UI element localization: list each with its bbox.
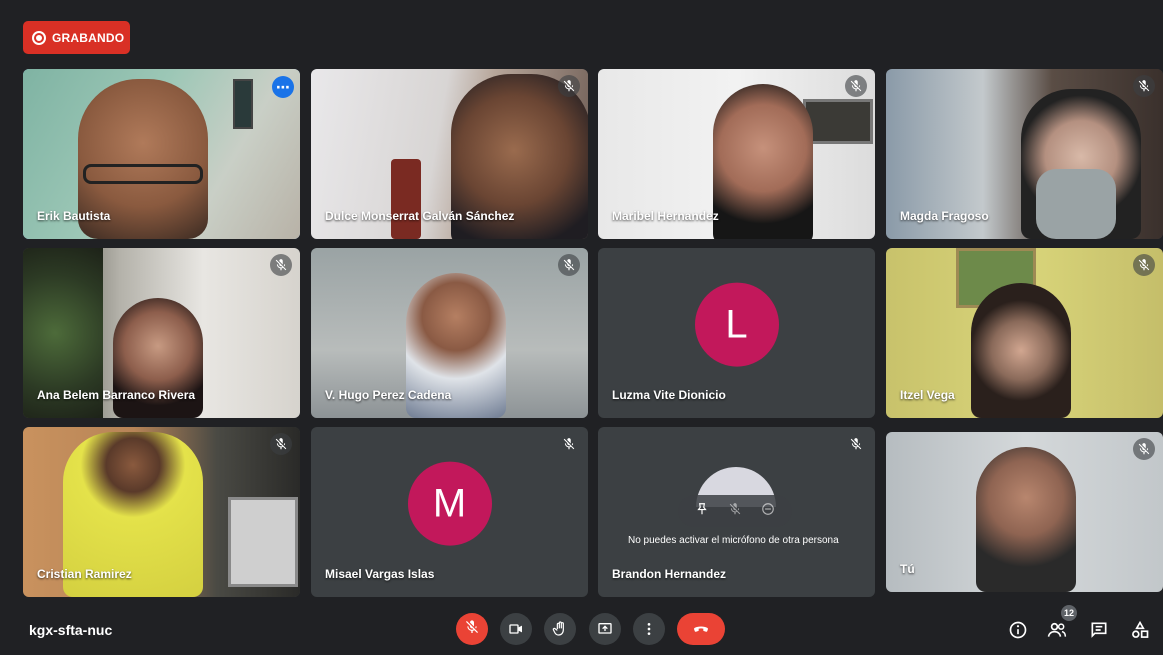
end-call-icon <box>694 626 708 632</box>
participant-name: Cristian Ramirez <box>37 567 132 581</box>
mic-off-icon <box>845 75 867 97</box>
participant-tile-self[interactable]: Tú <box>886 432 1163 592</box>
toggle-camera-button[interactable] <box>500 613 532 645</box>
people-icon <box>1047 622 1067 637</box>
participant-tile[interactable]: Ana Belem Barranco Rivera <box>23 248 300 418</box>
activities-button[interactable] <box>1130 620 1150 640</box>
mic-off-icon <box>1133 438 1155 460</box>
mic-off-icon <box>1133 75 1155 97</box>
participant-name: Tú <box>900 562 915 576</box>
mic-off-icon <box>270 433 292 455</box>
end-call-button[interactable] <box>677 613 725 645</box>
participant-tile[interactable]: Itzel Vega <box>886 248 1163 418</box>
mic-off-icon <box>558 254 580 276</box>
record-icon <box>32 30 46 45</box>
participant-name: Brandon Hernandez <box>612 567 727 581</box>
info-icon <box>1009 621 1027 639</box>
mic-off-icon <box>845 433 867 455</box>
mic-off-icon <box>558 75 580 97</box>
participant-tile[interactable]: Maribel Hernandez <box>598 69 875 239</box>
participant-name: Itzel Vega <box>900 388 955 402</box>
participant-name: Dulce Monserrat Galván Sánchez <box>325 209 515 223</box>
bottom-control-bar: kgx-sfta-nuc 12 <box>0 600 1163 655</box>
present-screen-icon <box>598 623 612 634</box>
mic-off-icon <box>270 254 292 276</box>
raise-hand-icon <box>552 621 564 636</box>
participant-tile[interactable]: Magda Fragoso <box>886 69 1163 239</box>
participant-tile[interactable]: L Luzma Vite Dionicio <box>598 248 875 418</box>
more-options-icon <box>647 623 651 635</box>
pin-icon[interactable] <box>695 502 709 521</box>
activities-icon <box>1132 620 1149 638</box>
meeting-details-button[interactable] <box>1008 620 1028 640</box>
participant-tile[interactable]: No puedes activar el micrófono de otra p… <box>598 427 875 597</box>
raise-hand-button[interactable] <box>544 613 576 645</box>
tooltip: No puedes activar el micrófono de otra p… <box>628 535 839 546</box>
mic-off-icon <box>558 433 580 455</box>
avatar: L <box>694 282 779 367</box>
participant-tile[interactable]: Cristian Ramirez <box>23 427 300 597</box>
participant-name: V. Hugo Perez Cadena <box>325 388 452 402</box>
participant-tile[interactable]: M Misael Vargas Islas <box>311 427 588 597</box>
participant-tile[interactable]: V. Hugo Perez Cadena <box>311 248 588 418</box>
chat-button[interactable] <box>1089 620 1109 640</box>
participant-name: Maribel Hernandez <box>612 209 719 223</box>
more-options-button[interactable]: ⋯ <box>272 76 294 98</box>
remove-participant-icon[interactable] <box>761 502 775 521</box>
camera-icon <box>509 624 522 634</box>
meeting-code: kgx-sfta-nuc <box>29 622 113 638</box>
mic-off-icon <box>464 619 480 640</box>
participants-button[interactable] <box>1047 620 1067 640</box>
avatar: M <box>407 461 492 546</box>
recording-label: GRABANDO <box>52 30 125 45</box>
participant-tile[interactable]: Dulce Monserrat Galván Sánchez <box>311 69 588 239</box>
toggle-microphone-button[interactable] <box>456 613 488 645</box>
present-screen-button[interactable] <box>589 613 621 645</box>
more-options-button[interactable] <box>633 613 665 645</box>
participant-hover-toolbar <box>678 495 792 527</box>
participant-name: Ana Belem Barranco Rivera <box>37 388 196 402</box>
participant-tile[interactable]: ⋯ Erik Bautista <box>23 69 300 239</box>
participant-name: Misael Vargas Islas <box>325 567 435 581</box>
mute-participant-icon[interactable] <box>728 502 742 521</box>
participant-name: Magda Fragoso <box>900 209 989 223</box>
mic-off-icon <box>1133 254 1155 276</box>
recording-badge: GRABANDO <box>23 21 130 54</box>
chat-icon <box>1091 622 1107 638</box>
participant-name: Erik Bautista <box>37 209 111 223</box>
participant-name: Luzma Vite Dionicio <box>612 388 726 402</box>
participant-count-badge: 12 <box>1061 605 1077 621</box>
